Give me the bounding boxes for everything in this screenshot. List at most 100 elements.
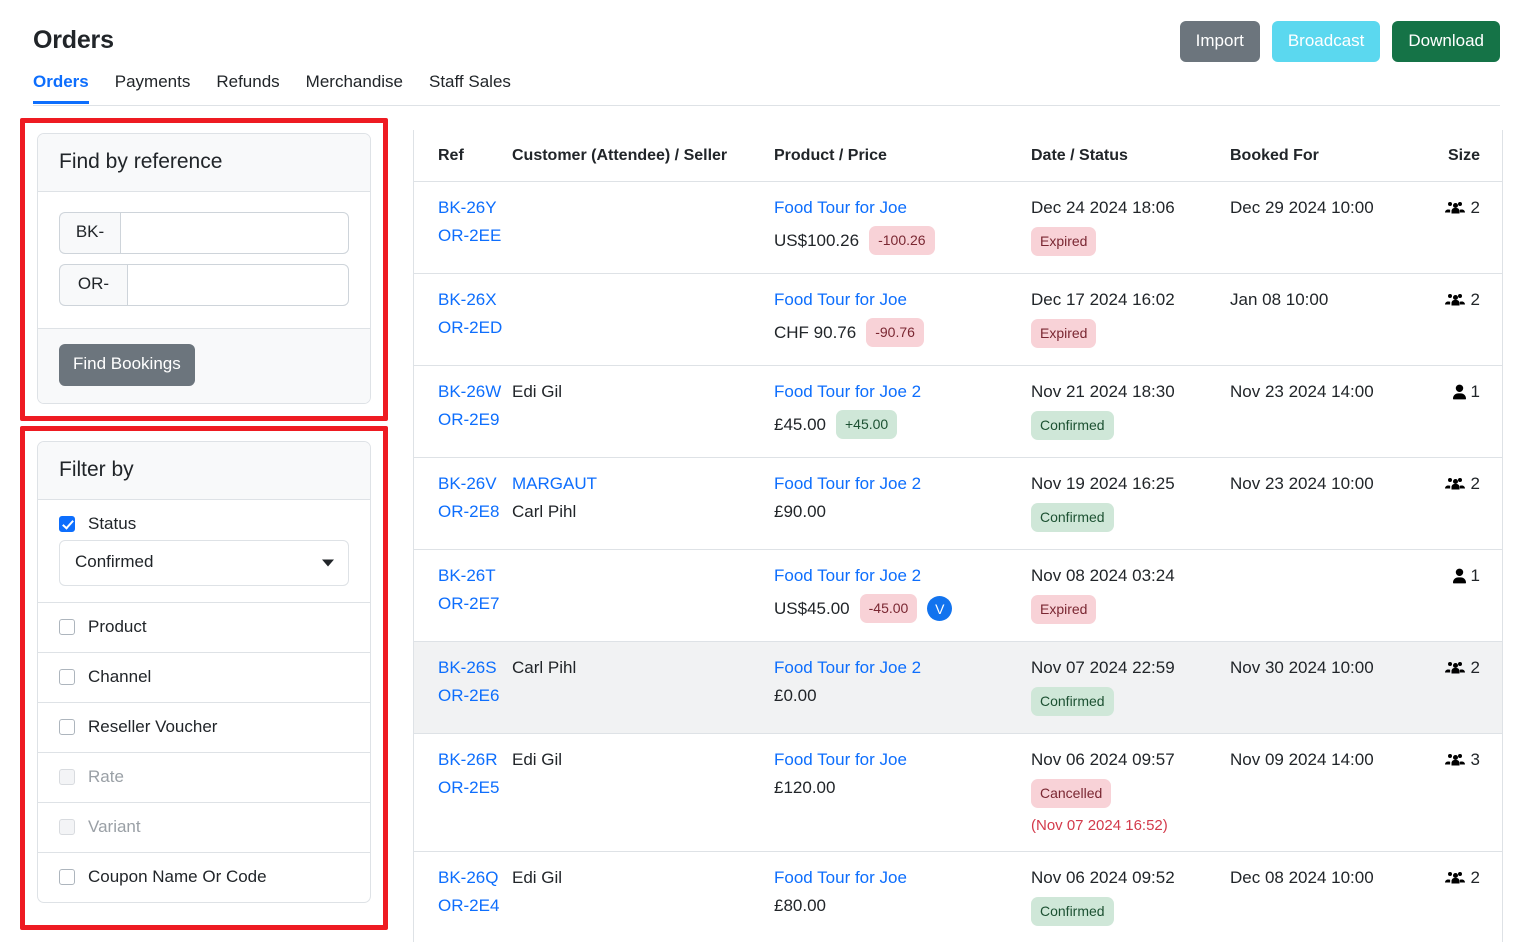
booking-ref-input[interactable] — [120, 212, 349, 254]
product-link[interactable]: Food Tour for Joe 2 — [774, 566, 1031, 586]
filter-checkbox-reseller-voucher[interactable] — [59, 719, 75, 735]
table-row[interactable]: BK-26Q OR-2E4 Edi Gil Food Tour for Joe £80.… — [414, 851, 1502, 942]
filter-by-panel: Filter by Status Confirmed Product Chann… — [37, 441, 371, 903]
table-row[interactable]: BK-26X OR-2ED Food Tour for Joe CHF 90.76 -9… — [414, 273, 1502, 366]
filter-label-rate: Rate — [88, 767, 124, 786]
cell-ref: BK-26Q OR-2E4 — [414, 851, 512, 942]
price-amount: £45.00 — [774, 414, 826, 434]
size-count: 1 — [1470, 382, 1480, 401]
cell-date-status: Nov 19 2024 16:25 Confirmed — [1031, 457, 1230, 550]
filter-by-highlight: Filter by Status Confirmed Product Chann… — [20, 426, 388, 930]
tab-refunds[interactable]: Refunds — [203, 70, 292, 103]
table-row[interactable]: BK-26W OR-2E9 Edi Gil Food Tour for Joe 2 £4… — [414, 365, 1502, 458]
product-link[interactable]: Food Tour for Joe — [774, 750, 1031, 770]
filter-row-reseller-voucher[interactable]: Reseller Voucher — [38, 703, 370, 753]
order-ref-link[interactable]: OR-2E5 — [438, 778, 512, 798]
booking-ref-link[interactable]: BK-26R — [438, 750, 512, 770]
status-select[interactable]: Confirmed — [59, 540, 349, 586]
cell-size: 2 — [1421, 273, 1502, 366]
booking-ref-link[interactable]: BK-26Y — [438, 198, 512, 218]
tab-payments[interactable]: Payments — [102, 70, 204, 103]
filter-label-status: Status — [88, 514, 137, 533]
cell-date-status: Dec 17 2024 16:02 Expired — [1031, 273, 1230, 366]
filter-checkbox-coupon-name-or-code[interactable] — [59, 869, 75, 885]
user-icon — [1452, 568, 1466, 584]
tab-merchandise[interactable]: Merchandise — [293, 70, 416, 103]
download-button[interactable]: Download — [1392, 21, 1500, 62]
booking-ref-link[interactable]: BK-26X — [438, 290, 512, 310]
tab-staff-sales[interactable]: Staff Sales — [416, 70, 524, 103]
price-line: US$100.26 -100.26 — [774, 226, 1031, 255]
status-line: Confirmed — [1031, 503, 1230, 532]
product-link[interactable]: Food Tour for Joe 2 — [774, 474, 1031, 494]
customer-name[interactable]: MARGAUT — [512, 474, 774, 494]
table-row[interactable]: BK-26S OR-2E6 Carl Pihl Food Tour for Joe 2… — [414, 641, 1502, 734]
price-badge: -45.00 — [859, 594, 918, 623]
order-ref-link[interactable]: OR-2E4 — [438, 896, 512, 916]
cell-size: 1 — [1421, 365, 1502, 458]
booking-ref-link[interactable]: BK-26V — [438, 474, 512, 494]
booking-ref-link[interactable]: BK-26T — [438, 566, 512, 586]
booking-ref-link[interactable]: BK-26S — [438, 658, 512, 678]
find-bookings-button[interactable]: Find Bookings — [59, 344, 195, 386]
status-select-value: Confirmed — [75, 552, 154, 571]
table-row[interactable]: BK-26Y OR-2EE Food Tour for Joe US$100.26 -1… — [414, 181, 1502, 274]
import-button[interactable]: Import — [1179, 21, 1260, 62]
cell-customer: Edi Gil — [512, 365, 774, 458]
booking-ref-link[interactable]: BK-26W — [438, 382, 512, 402]
cell-ref: BK-26Y OR-2EE — [414, 181, 512, 274]
customer-name: Edi Gil — [512, 750, 563, 769]
order-ref-link[interactable]: OR-2E8 — [438, 502, 512, 522]
product-link[interactable]: Food Tour for Joe — [774, 290, 1031, 310]
size-count: 2 — [1470, 868, 1480, 887]
find-by-reference-body: BK- OR- — [38, 192, 370, 328]
table-row[interactable]: BK-26T OR-2E7 Food Tour for Joe 2 US$45.00-… — [414, 549, 1502, 642]
order-ref-link[interactable]: OR-2E9 — [438, 410, 512, 430]
cell-product: Food Tour for Joe £80.00 — [774, 851, 1031, 942]
filter-row-channel[interactable]: Channel — [38, 653, 370, 703]
order-ref-link[interactable]: OR-2E6 — [438, 686, 512, 706]
product-link[interactable]: Food Tour for Joe 2 — [774, 382, 1031, 402]
order-ref-link[interactable]: OR-2EE — [438, 226, 512, 246]
price-amount: £0.00 — [774, 686, 817, 705]
cell-booked-for: Nov 23 2024 14:00 — [1230, 365, 1421, 458]
cell-booked-for: Nov 30 2024 10:00 — [1230, 641, 1421, 734]
cell-ref: BK-26S OR-2E6 — [414, 641, 512, 734]
cell-date-status: Nov 21 2024 18:30 Confirmed — [1031, 365, 1230, 458]
users-icon — [1444, 202, 1465, 214]
cell-booked-for — [1230, 549, 1421, 642]
filter-checkbox-status[interactable] — [59, 516, 75, 532]
table-row[interactable]: BK-26R OR-2E5 Edi Gil Food Tour for Joe £120… — [414, 733, 1502, 852]
order-ref-input[interactable] — [127, 264, 349, 306]
order-date: Nov 06 2024 09:57 — [1031, 750, 1175, 769]
filter-row-status[interactable]: Status — [38, 500, 370, 540]
order-ref-link[interactable]: OR-2ED — [438, 318, 512, 338]
customer-name: Edi Gil — [512, 868, 563, 887]
size-count: 3 — [1470, 750, 1480, 769]
order-ref-link[interactable]: OR-2E7 — [438, 594, 512, 614]
filter-checkbox-product[interactable] — [59, 619, 75, 635]
cell-booked-for: Dec 08 2024 10:00 — [1230, 851, 1421, 942]
orders-page: Orders Import Broadcast Download Orders … — [0, 0, 1524, 942]
order-date: Nov 08 2024 03:24 — [1031, 566, 1175, 585]
product-link[interactable]: Food Tour for Joe 2 — [774, 658, 1031, 678]
column-header-size: Size — [1421, 130, 1502, 182]
filter-checkbox-channel[interactable] — [59, 669, 75, 685]
filter-row-product[interactable]: Product — [38, 603, 370, 653]
tab-orders[interactable]: Orders — [33, 70, 102, 104]
cell-booked-for: Dec 29 2024 10:00 — [1230, 181, 1421, 274]
page-title: Orders — [33, 26, 114, 54]
cell-booked-for: Nov 09 2024 14:00 — [1230, 733, 1421, 852]
table-row[interactable]: BK-26V OR-2E8 MARGAUT Carl Pihl Food Tour fo… — [414, 457, 1502, 550]
broadcast-button[interactable]: Broadcast — [1271, 21, 1381, 62]
order-date: Nov 19 2024 16:25 — [1031, 474, 1175, 493]
booking-ref-link[interactable]: BK-26Q — [438, 868, 512, 888]
product-link[interactable]: Food Tour for Joe — [774, 198, 1031, 218]
filter-row-coupon-name-or-code[interactable]: Coupon Name Or Code — [38, 853, 370, 902]
price-amount: £80.00 — [774, 896, 826, 915]
filter-checkbox-variant — [59, 819, 75, 835]
price-badge: -90.76 — [866, 318, 924, 347]
cell-product: Food Tour for Joe 2 £45.00 +45.00 — [774, 365, 1031, 458]
product-link[interactable]: Food Tour for Joe — [774, 868, 1031, 888]
status-line: Expired — [1031, 319, 1230, 348]
